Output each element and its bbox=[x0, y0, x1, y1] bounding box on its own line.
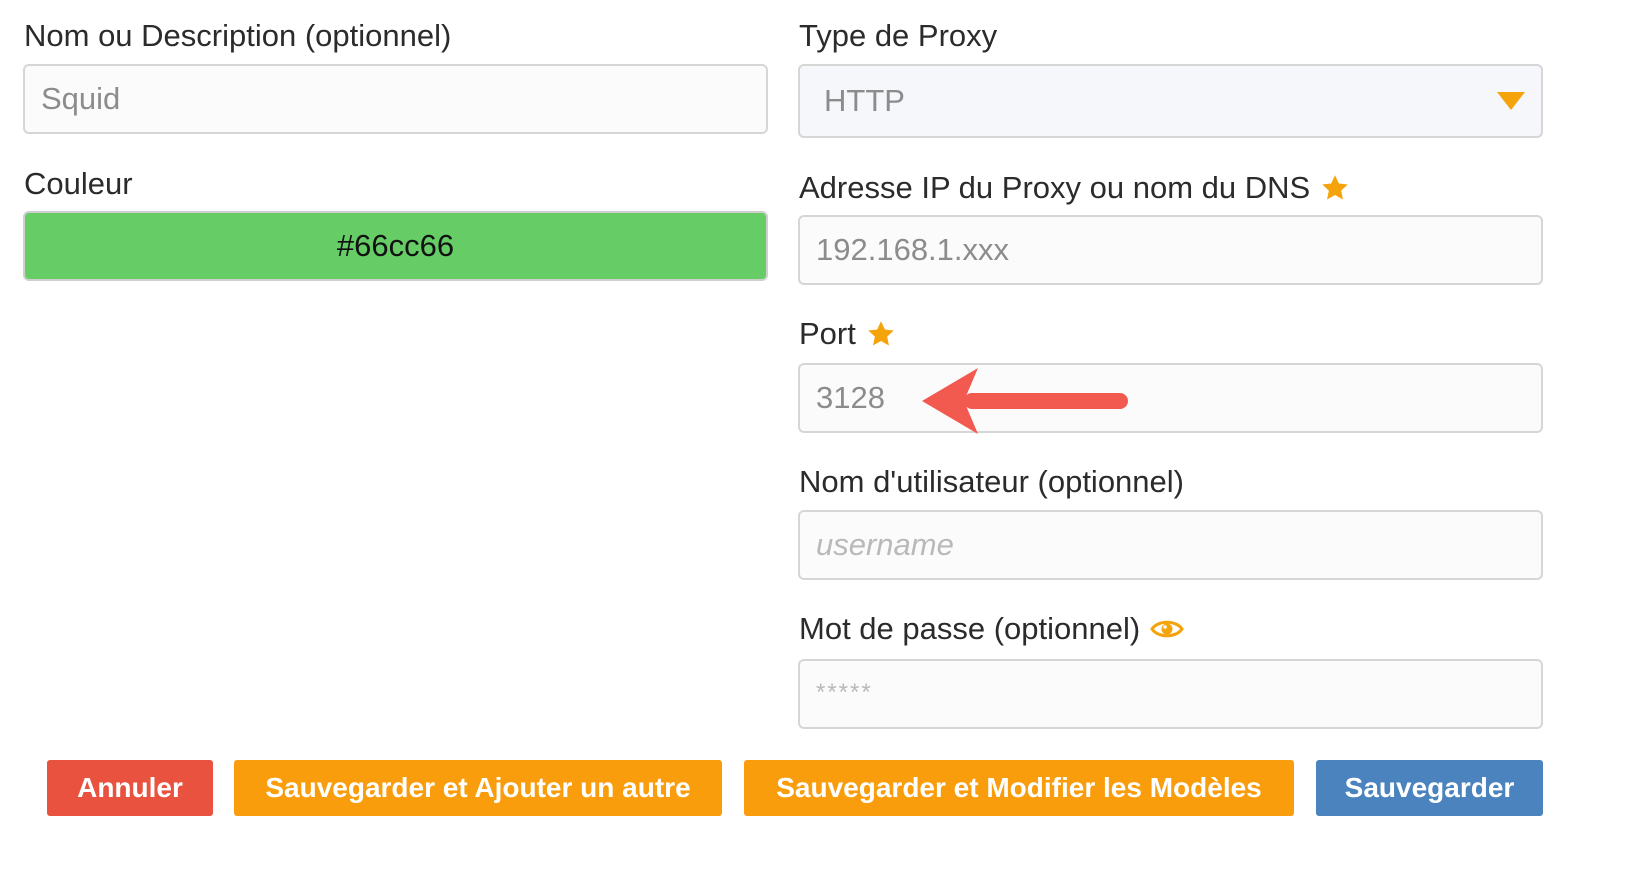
username-placeholder: username bbox=[816, 527, 954, 562]
color-label: Couleur bbox=[24, 166, 133, 202]
username-label-text: Nom d'utilisateur (optionnel) bbox=[799, 464, 1184, 499]
chevron-down-icon bbox=[1497, 92, 1525, 110]
username-input[interactable]: username bbox=[798, 510, 1543, 580]
color-value: #66cc66 bbox=[336, 228, 455, 263]
proxy-type-selected: HTTP bbox=[824, 83, 905, 118]
port-input[interactable]: 3128 bbox=[798, 363, 1543, 433]
proxy-address-label: Adresse IP du Proxy ou nom du DNS bbox=[799, 170, 1350, 206]
password-placeholder: ***** bbox=[816, 679, 873, 706]
cancel-button[interactable]: Annuler bbox=[47, 760, 213, 816]
star-icon bbox=[1322, 175, 1348, 200]
name-label: Nom ou Description (optionnel) bbox=[24, 18, 451, 54]
proxy-address-label-text: Adresse IP du Proxy ou nom du DNS bbox=[799, 170, 1311, 205]
save-and-edit-patterns-button[interactable]: Sauvegarder et Modifier les Modèles bbox=[744, 760, 1294, 816]
color-picker[interactable]: #66cc66 bbox=[23, 211, 768, 281]
password-input[interactable]: ***** bbox=[798, 659, 1543, 729]
port-label: Port bbox=[799, 316, 896, 352]
proxy-address-value: 192.168.1.xxx bbox=[816, 232, 1010, 267]
proxy-type-label-text: Type de Proxy bbox=[799, 18, 998, 53]
arrow-annotation-icon bbox=[922, 368, 1128, 434]
proxy-address-input[interactable]: 192.168.1.xxx bbox=[798, 215, 1543, 285]
name-input-value: Squid bbox=[41, 81, 121, 116]
port-value: 3128 bbox=[816, 380, 885, 415]
proxy-type-select[interactable]: HTTP bbox=[798, 64, 1543, 138]
save-and-add-button[interactable]: Sauvegarder et Ajouter un autre bbox=[234, 760, 722, 816]
username-label: Nom d'utilisateur (optionnel) bbox=[799, 464, 1184, 500]
eye-icon[interactable] bbox=[1150, 617, 1185, 641]
name-input[interactable]: Squid bbox=[23, 64, 768, 134]
port-label-text: Port bbox=[799, 316, 856, 351]
save-button[interactable]: Sauvegarder bbox=[1316, 760, 1543, 816]
password-label: Mot de passe (optionnel) bbox=[799, 611, 1185, 647]
password-label-text: Mot de passe (optionnel) bbox=[799, 611, 1141, 646]
star-icon bbox=[868, 321, 894, 346]
color-label-text: Couleur bbox=[24, 166, 133, 201]
name-label-text: Nom ou Description (optionnel) bbox=[24, 18, 452, 53]
proxy-type-label: Type de Proxy bbox=[799, 18, 997, 54]
